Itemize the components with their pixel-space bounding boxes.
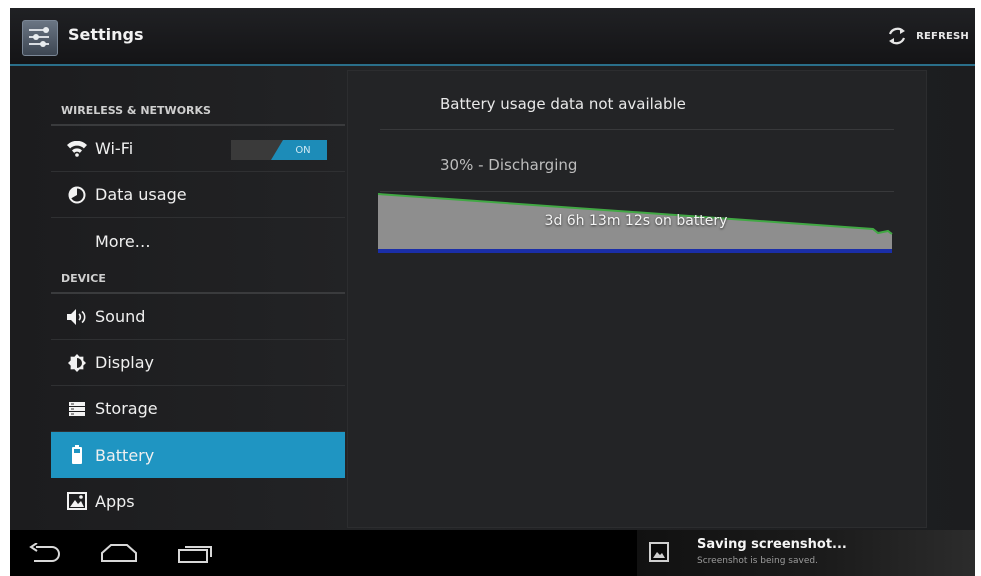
recent-apps-button[interactable]	[170, 538, 220, 568]
sidebar-item-label: Storage	[95, 399, 158, 418]
divider	[380, 129, 894, 130]
battery-icon	[65, 443, 89, 467]
notification-title: Saving screenshot...	[697, 537, 847, 552]
sidebar-item-label: Battery	[95, 445, 155, 465]
sidebar-item-display[interactable]: Display	[51, 340, 345, 386]
data-usage-icon	[65, 183, 89, 207]
sidebar-item-battery[interactable]: Battery	[51, 432, 345, 478]
battery-usage-message: Battery usage data not available	[440, 95, 686, 113]
speaker-icon	[65, 305, 89, 329]
sidebar-item-label: More…	[95, 231, 151, 251]
sidebar-item-storage[interactable]: Storage	[51, 386, 345, 432]
battery-history-graph[interactable]: 3d 6h 13m 12s on battery	[377, 189, 894, 257]
recent-apps-icon	[178, 546, 212, 563]
settings-list: WIRELESS & NETWORKS Wi-Fi ON Data usage …	[51, 66, 345, 530]
storage-icon	[65, 397, 89, 421]
action-bar: Settings REFRESH	[10, 8, 975, 66]
refresh-icon	[889, 27, 906, 45]
battery-graph-baseline	[378, 249, 892, 253]
settings-app-icon[interactable]	[22, 20, 58, 56]
section-header-device: DEVICE	[61, 272, 106, 285]
settings-content: WIRELESS & NETWORKS Wi-Fi ON Data usage …	[10, 66, 975, 530]
refresh-button[interactable]: REFRESH	[886, 22, 969, 50]
battery-status: 30% - Discharging	[440, 156, 578, 174]
app-title: Settings	[68, 25, 144, 44]
sidebar-item-more[interactable]: More…	[51, 218, 345, 264]
home-icon	[101, 544, 137, 562]
sidebar-item-label: Sound	[95, 307, 146, 326]
home-button[interactable]	[94, 538, 144, 568]
brightness-icon	[65, 351, 89, 375]
wifi-icon	[65, 137, 89, 161]
section-header-wireless: WIRELESS & NETWORKS	[61, 104, 211, 117]
tablet-screen: Settings REFRESH WIRELESS & NETWORKS Wi-…	[10, 8, 975, 576]
sidebar-item-sound[interactable]: Sound	[51, 294, 345, 340]
sidebar-item-label: Apps	[95, 491, 135, 511]
image-icon	[649, 542, 669, 562]
battery-detail-pane: Battery usage data not available 30% - D…	[347, 70, 927, 528]
sidebar-item-label: Wi-Fi	[95, 139, 134, 158]
screenshot-notification[interactable]: Saving screenshot... Screenshot is being…	[637, 530, 975, 576]
apps-icon	[65, 489, 89, 513]
sidebar-item-label: Data usage	[95, 185, 187, 204]
back-icon	[29, 543, 60, 562]
sidebar-item-data-usage[interactable]: Data usage	[51, 172, 345, 218]
sidebar-item-label: Display	[95, 353, 154, 372]
notification-subtitle: Screenshot is being saved.	[697, 556, 818, 566]
wifi-toggle[interactable]: ON	[231, 140, 327, 160]
refresh-label: REFRESH	[916, 30, 969, 42]
system-navigation-bar: Saving screenshot... Screenshot is being…	[10, 530, 975, 576]
wifi-toggle-state: ON	[271, 140, 327, 160]
battery-graph-label: 3d 6h 13m 12s on battery	[544, 213, 728, 229]
sidebar-item-apps[interactable]: Apps	[51, 478, 345, 524]
back-button[interactable]	[20, 538, 70, 568]
sidebar-item-wifi[interactable]: Wi-Fi ON	[51, 126, 345, 172]
